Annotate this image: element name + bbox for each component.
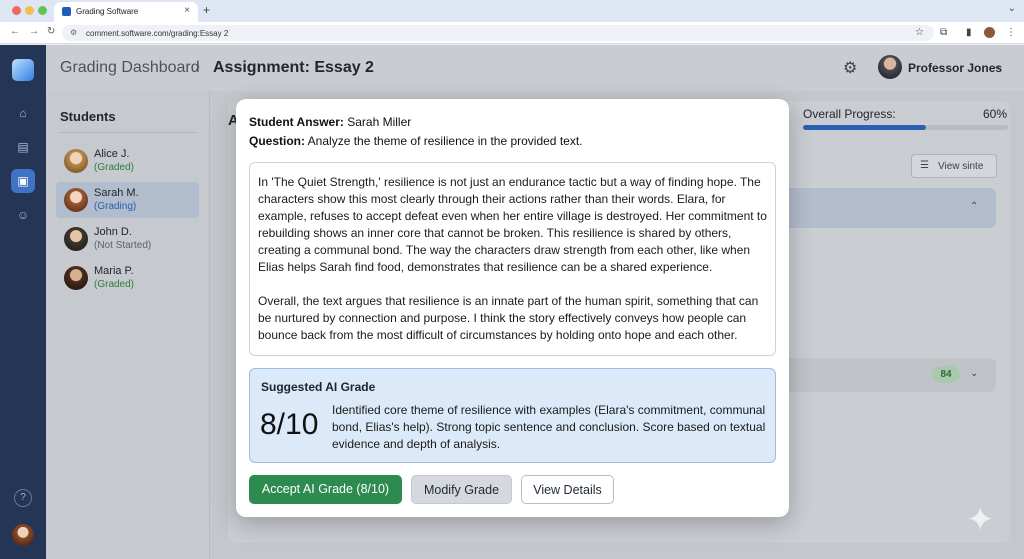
student-item[interactable]: John D. (Not Started) [56,221,199,257]
users-icon[interactable]: ☺ [11,203,35,227]
student-avatar [64,188,88,212]
settings-gear-icon[interactable]: ⚙ [843,58,857,78]
tab-close-icon[interactable]: × [184,5,190,16]
view-details-button[interactable]: View Details [521,475,614,504]
reload-icon[interactable]: ↻ [47,26,55,37]
grading-modal: Student Answer: Sarah Miller Question: A… [236,99,789,517]
tab-title: Grading Software [76,7,139,16]
ai-grade-score: 8/10 [260,408,319,441]
user-avatar[interactable] [12,524,34,546]
grading-icon[interactable]: ▣ [11,169,35,193]
address-bar[interactable]: ⚙ comment.software.com/grading:Essay 2 ☆ [62,25,934,41]
student-status: (Grading) [94,201,137,212]
ai-grade-title: Suggested AI Grade [261,380,376,394]
student-item[interactable]: Maria P. (Graded) [56,260,199,296]
student-status: (Graded) [94,279,135,290]
chevron-up-icon[interactable]: ⌃ [970,201,978,212]
new-tab-button[interactable]: + [203,3,210,17]
chevron-down-icon[interactable]: ⌄ [970,368,978,379]
student-avatar [64,227,88,251]
page-title: Assignment: Essay 2 [213,59,374,76]
student-item[interactable]: Alice J. (Graded) [56,143,199,179]
view-button[interactable]: ☰ View sinte [911,154,997,178]
list-icon: ☰ [920,160,929,171]
browser-tab-bar: Grading Software × + ⌄ [0,0,1024,22]
student-status: (Graded) [94,162,135,173]
student-name: Alice J. [94,148,130,160]
browser-menu-icon[interactable]: ⋮ [1006,27,1016,38]
student-answer-text[interactable]: In 'The Quiet Strength,' resilience is n… [249,162,776,356]
student-avatar [64,149,88,173]
answer-paragraph: Overall, the text argues that resilience… [258,294,759,342]
student-answer-label: Student Answer: [249,115,344,129]
ai-grade-description: Identified core theme of resilience with… [332,403,766,451]
student-avatar [64,266,88,290]
accept-ai-grade-button[interactable]: Accept AI Grade (8/10) [249,475,402,504]
zoom-window-dot[interactable] [38,6,47,15]
home-icon[interactable]: ⌂ [11,101,35,125]
breadcrumb-dashboard[interactable]: Grading Dashboard [60,59,200,77]
students-heading: Students [60,109,116,124]
accordion-row[interactable] [786,358,996,392]
professor-avatar[interactable] [878,55,902,79]
site-info-icon[interactable]: ⚙ [70,28,77,37]
tab-dropdown-icon[interactable]: ⌄ [1008,3,1016,14]
app-logo-icon [12,59,34,81]
sidebar-toggle-icon[interactable]: ▮ [966,27,972,38]
user-name[interactable]: Professor Jones [908,61,1002,75]
question-text: Analyze the theme of resilience in the p… [307,134,583,148]
help-icon[interactable]: ? [14,489,32,507]
student-status: (Not Started) [94,240,152,251]
profile-avatar-icon[interactable] [984,27,995,38]
view-button-label: View sinte [938,161,984,172]
question-line: Question: Analyze the theme of resilienc… [249,134,583,148]
browser-tab[interactable]: Grading Software × [54,2,198,22]
close-window-dot[interactable] [12,6,21,15]
back-icon[interactable]: ← [10,26,20,37]
documents-icon[interactable]: ▤ [11,135,35,159]
user-menu-chevron-icon[interactable]: ⌄ [993,61,1001,72]
browser-toolbar: ← → ↻ ⚙ comment.software.com/grading:Ess… [0,22,1024,44]
progress-label: Overall Progress: [803,107,896,121]
question-label: Question: [249,134,305,148]
divider [60,132,196,133]
modify-grade-button[interactable]: Modify Grade [411,475,512,504]
student-item-selected[interactable]: Sarah M. (Grading) [56,182,199,218]
student-name: John D. [94,226,132,238]
student-name: Maria P. [94,265,134,277]
app-nav-rail: ⌂ ▤ ▣ ☺ ? [0,45,46,559]
student-full-name: Sarah Miller [347,115,412,129]
bookmark-star-icon[interactable]: ☆ [915,27,924,38]
progress-percent: 60% [983,107,1008,121]
progress-bar-fill [803,125,926,130]
forward-icon[interactable]: → [29,26,39,37]
student-name: Sarah M. [94,187,139,199]
url-text[interactable]: comment.software.com/grading:Essay 2 [86,29,228,38]
ai-grade-panel: Suggested AI Grade 8/10 Identified core … [249,368,776,463]
extensions-icon[interactable]: ⧉ [940,27,947,38]
accordion-row-expanded[interactable] [786,188,996,228]
answer-paragraph: In 'The Quiet Strength,' resilience is n… [258,175,767,274]
breadcrumb-separator-icon: › [195,58,200,75]
student-answer-header: Student Answer: Sarah Miller [249,115,411,129]
students-panel: Students Alice J. (Graded) Sarah M. (Gra… [46,91,210,559]
score-badge: 84 [932,366,960,383]
app-favicon-icon [62,7,71,16]
sparkle-icon: ✦ [966,501,995,539]
minimize-window-dot[interactable] [25,6,34,15]
progress-bar [803,125,1008,130]
